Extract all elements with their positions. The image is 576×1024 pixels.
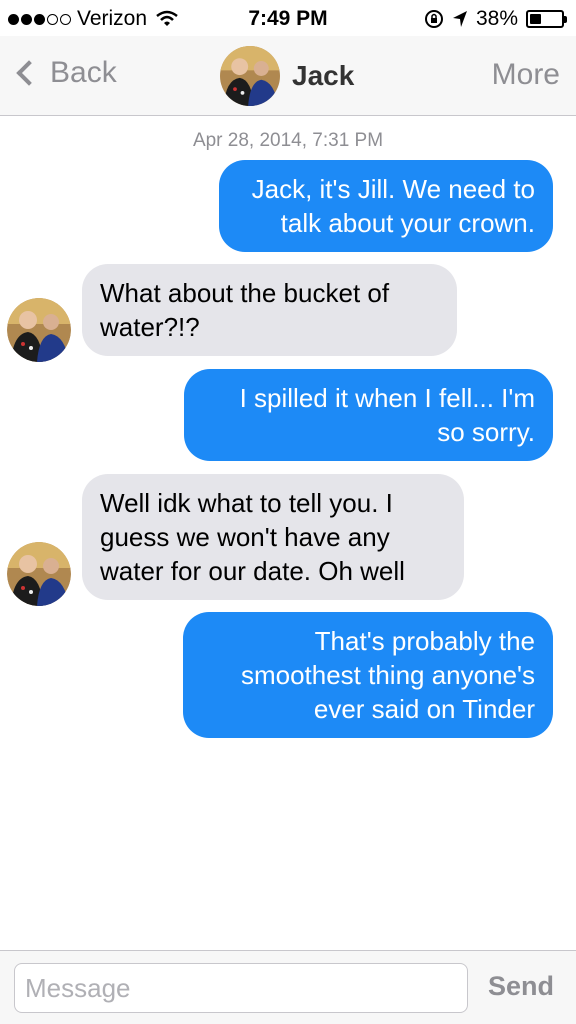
contact-name: Jack (292, 60, 355, 91)
back-chevron-icon (16, 60, 42, 86)
message-bubble-outgoing[interactable]: Jack, it's Jill. We need to talk about y… (219, 160, 553, 252)
battery-percent: 38% (475, 7, 518, 30)
back-label: Back (50, 56, 117, 89)
message-line: What about the bucket of (100, 278, 390, 308)
message-line: Jack, it's Jill. We need to (251, 174, 535, 204)
contact-avatar[interactable] (7, 298, 71, 362)
contact-avatar[interactable] (7, 542, 71, 606)
message-line: ever said on Tinder (313, 694, 535, 724)
message-bubble-incoming[interactable]: What about the bucket of water?!? (82, 264, 457, 356)
back-button[interactable]: Back (12, 56, 117, 90)
message-line: I spilled it when I fell... I'm (239, 383, 535, 413)
contact-header[interactable]: Jack (220, 46, 354, 106)
message-bubble-incoming[interactable]: Well idk what to tell you. I guess we wo… (82, 474, 464, 600)
location-arrow-icon (452, 11, 467, 27)
message-line: smoothest thing anyone's (240, 660, 535, 690)
message-line: water?!? (100, 312, 200, 342)
nav-bar: Back Jack More (0, 36, 576, 116)
message-line: guess we won't have any (100, 522, 390, 552)
contact-avatar[interactable] (220, 46, 280, 106)
message-line: water for our date. Oh well (100, 556, 405, 586)
lock-rotation-icon (424, 10, 443, 28)
status-right: 38% (424, 7, 567, 31)
message-input-bar: Send (0, 950, 576, 1024)
conversation-timestamp: Apr 28, 2014, 7:31 PM (192, 130, 384, 151)
message-input[interactable] (14, 963, 468, 1013)
status-bar: Verizon 7:49 PM 38% (0, 0, 576, 36)
message-bubble-outgoing[interactable]: I spilled it when I fell... I'm so sorry… (184, 369, 553, 461)
message-bubble-outgoing[interactable]: That's probably the smoothest thing anyo… (183, 612, 553, 738)
message-line: That's probably the (314, 626, 535, 656)
message-line: so sorry. (437, 417, 535, 447)
message-line: Well idk what to tell you. I (100, 488, 393, 518)
battery-icon (526, 10, 567, 28)
send-button[interactable]: Send (488, 971, 554, 1002)
message-line: talk about your crown. (280, 208, 535, 238)
more-button[interactable]: More (492, 58, 560, 92)
battery-fill (530, 14, 542, 24)
